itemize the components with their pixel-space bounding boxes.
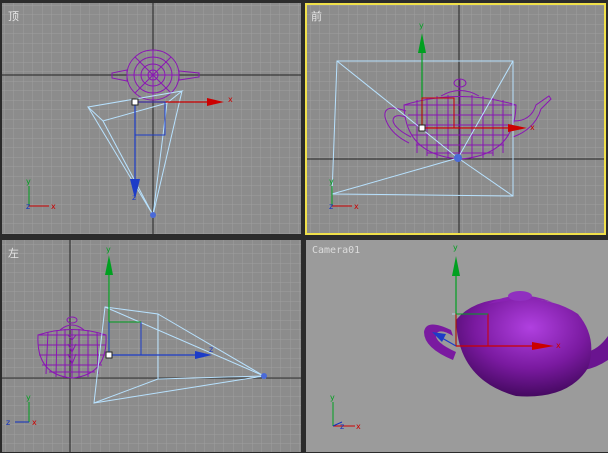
viewport-label-front[interactable]: 前 (311, 8, 322, 24)
viewport-label-top[interactable]: 顶 (8, 8, 19, 24)
corner-axis-z-label: z (329, 202, 333, 211)
corner-axis-z-label: z (340, 422, 344, 431)
corner-axis-x-label: x (51, 202, 56, 211)
gizmo-y-label: y (419, 21, 424, 30)
corner-axis-x-label: x (32, 418, 37, 427)
corner-axis-y-label: y (26, 393, 31, 402)
corner-axis-y-label: y (26, 177, 31, 186)
corner-axis-y-label: y (330, 393, 335, 402)
gizmo-x-label: x (530, 123, 535, 132)
viewport-top[interactable]: x z y x z 顶 (2, 3, 301, 234)
gizmo-z-label: z (209, 345, 213, 354)
corner-axis-y-label: y (329, 177, 334, 186)
viewport-camera-canvas: y x y x z (330, 243, 608, 431)
viewport-label-left[interactable]: 左 (8, 245, 19, 261)
viewport-front[interactable]: y x y x z 前 (305, 3, 606, 235)
corner-axis-z-label: z (26, 202, 30, 211)
gizmo-y-label: y (106, 245, 111, 254)
gizmo-x-label: x (228, 95, 233, 104)
gizmo-x-label: x (556, 341, 561, 350)
viewport-front-canvas: y x y x z (305, 3, 606, 235)
viewport-camera[interactable]: y x y x z Camera01 (306, 240, 608, 452)
gizmo-y-label: y (453, 243, 458, 252)
viewport-label-camera[interactable]: Camera01 (312, 245, 360, 256)
corner-axis-x-label: x (356, 422, 361, 431)
gizmo-z-label: z (132, 193, 136, 202)
viewport-top-canvas: x z y x z (2, 3, 301, 234)
viewport-left[interactable]: y z y z x 左 (2, 240, 301, 452)
corner-axis-x-label: x (354, 202, 359, 211)
corner-axis-z-label: z (6, 418, 10, 427)
viewport-left-canvas: y z y z x (2, 240, 301, 452)
